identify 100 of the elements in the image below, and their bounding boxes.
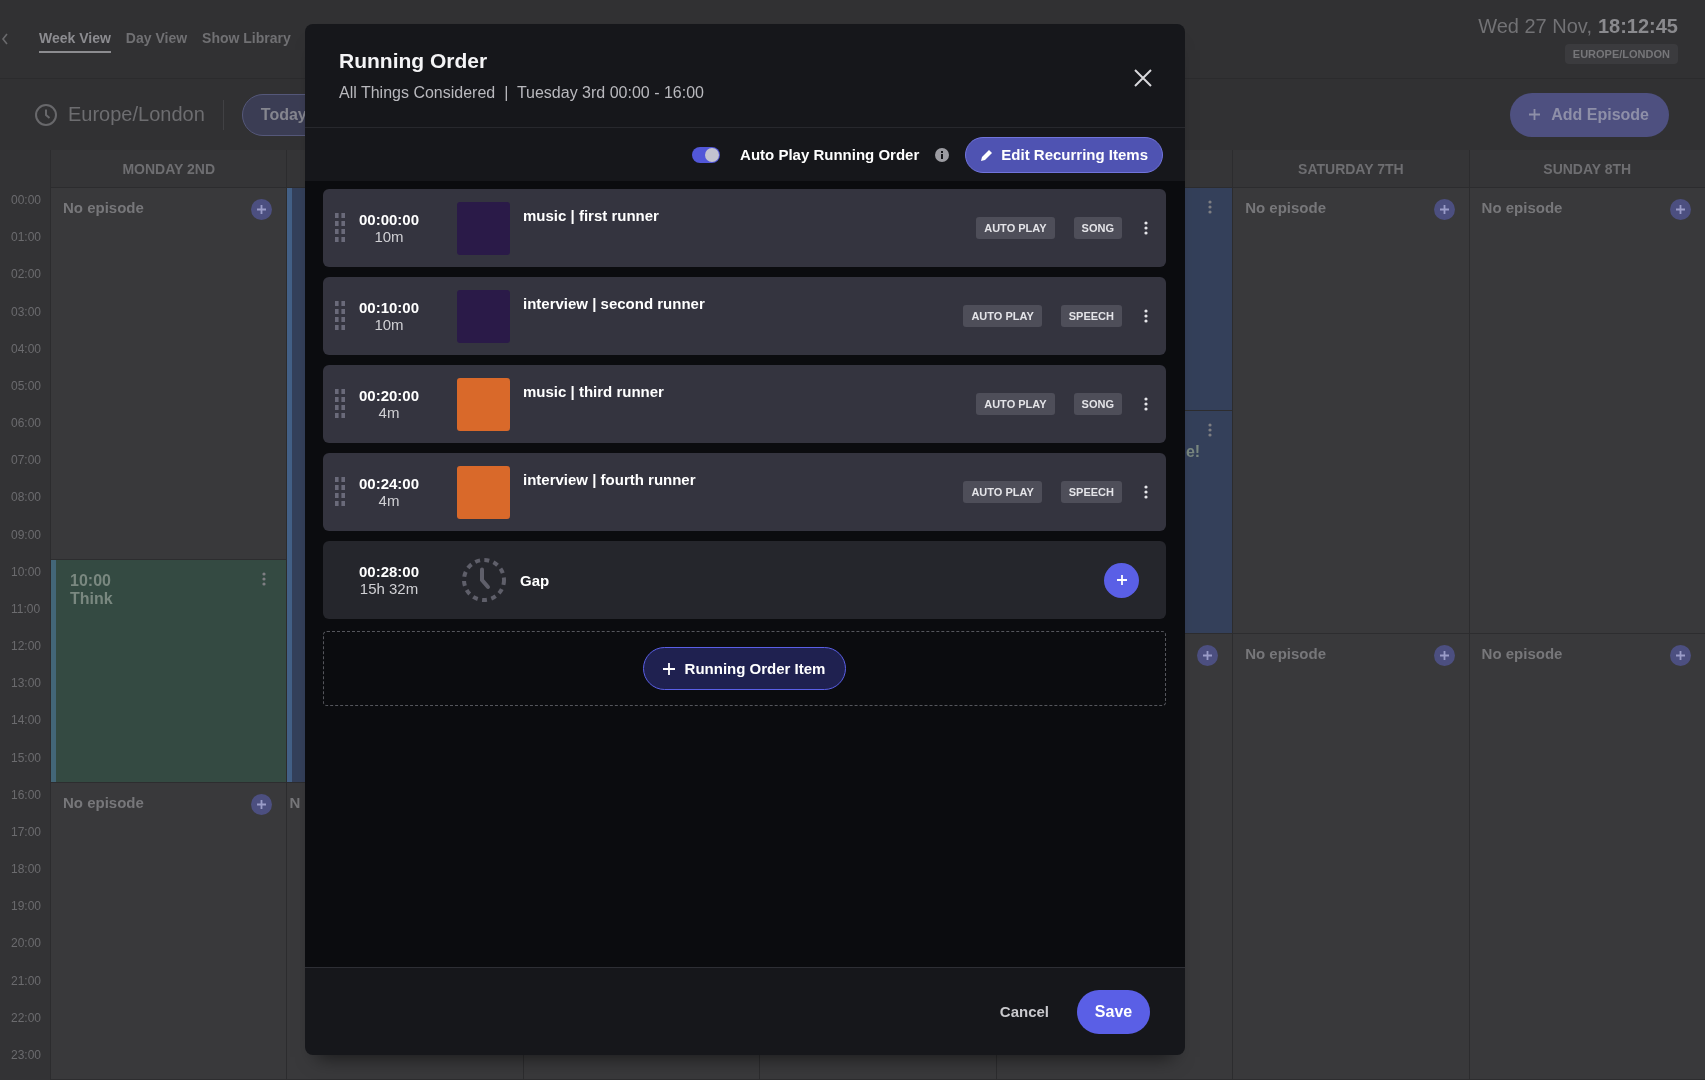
- day-header: SUNDAY 8TH: [1468, 150, 1705, 187]
- drag-handle-icon[interactable]: [335, 477, 345, 507]
- plus-icon: [1202, 650, 1214, 661]
- hour-label: 05:00: [10, 377, 43, 395]
- kebab-menu-icon[interactable]: [1144, 309, 1148, 323]
- plus-icon: [661, 661, 676, 676]
- back-chevron-icon[interactable]: [1, 33, 9, 45]
- kebab-menu-icon[interactable]: [1144, 221, 1148, 235]
- no-episode-label: No episode: [1481, 645, 1564, 662]
- add-episode-button[interactable]: [1670, 199, 1691, 220]
- no-episode-label: No episode: [1481, 199, 1564, 216]
- edit-recurring-items-button[interactable]: Edit Recurring Items: [965, 136, 1163, 173]
- add-episode-button[interactable]: [251, 199, 273, 220]
- start-time: 00:10:00: [358, 299, 419, 316]
- episode-time: 10:00: [70, 571, 112, 590]
- hour-label: 20:00: [10, 935, 43, 953]
- dashed-clock-icon: [461, 557, 507, 603]
- hour-label: 03:00: [10, 303, 43, 321]
- add-episode-button[interactable]: [1197, 645, 1219, 666]
- hour-label: 02:00: [10, 266, 43, 284]
- add-episode-button[interactable]: [1670, 645, 1691, 666]
- hour-label: 23:00: [10, 1046, 43, 1064]
- item-title: music | third runner: [523, 382, 665, 400]
- duration: 15h 32m: [359, 580, 419, 597]
- no-episode-label: No episode: [1245, 645, 1327, 662]
- running-order-row[interactable]: 00:10:00 10m interview | second runner AUTO PLAY SPEECH: [323, 277, 1166, 355]
- hour-label: 16:00: [10, 786, 43, 804]
- kebab-menu-icon[interactable]: [1144, 397, 1148, 411]
- hour-label: 22:00: [10, 1009, 43, 1027]
- hour-label: 11:00: [10, 600, 42, 618]
- hour-label: 07:00: [10, 452, 43, 470]
- hour-label: 04:00: [10, 340, 43, 358]
- duration: 10m: [374, 316, 404, 333]
- hour-label: 15:00: [10, 749, 43, 767]
- no-episode-label: No episode: [1245, 199, 1327, 216]
- hour-label: 01:00: [10, 229, 43, 247]
- dialog-title: Running Order: [339, 49, 489, 73]
- hour-label: 08:00: [10, 489, 43, 507]
- hour-label: 13:00: [10, 675, 43, 693]
- running-order-row[interactable]: 00:24:00 4m interview | fourth runner AUTO PLAY SPEECH: [323, 453, 1166, 531]
- hour-label: 14:00: [10, 712, 43, 730]
- drag-handle-icon[interactable]: [335, 301, 345, 331]
- item-title: interview | second runner: [523, 294, 706, 312]
- current-date: Wed 27 Nov,: [1478, 14, 1592, 38]
- drag-handle-icon[interactable]: [335, 213, 345, 243]
- running-order-row[interactable]: 00:20:00 4m music | third runner AUTO PLAY SONG: [323, 365, 1166, 443]
- dialog-subtitle: All Things Considered | Tuesday 3rd 00:00 - 16:00: [339, 84, 705, 102]
- view-tab[interactable]: Week View: [39, 25, 111, 53]
- cancel-button[interactable]: Cancel: [993, 997, 1055, 1026]
- add-episode-button[interactable]: [1433, 199, 1455, 220]
- info-icon: [935, 147, 950, 162]
- current-time: 18:12:45: [1597, 14, 1678, 38]
- item-title: music | first runner: [523, 206, 660, 224]
- hour-label: 19:00: [10, 898, 43, 916]
- no-episode-label: N: [289, 793, 302, 811]
- running-order-row[interactable]: 00:00:00 10m music | first runner AUTO PLAY SONG: [323, 189, 1166, 267]
- duration: 4m: [378, 404, 400, 421]
- timezone-label: Europe/London: [68, 103, 205, 126]
- item-tag: AUTO PLAY: [963, 481, 1042, 503]
- plus-icon: [1675, 204, 1686, 215]
- duration: 4m: [378, 492, 400, 509]
- plus-icon: [1675, 650, 1686, 661]
- item-tag: AUTO PLAY: [976, 217, 1055, 239]
- day-header: SATURDAY 7TH: [1232, 150, 1469, 187]
- day-header: MONDAY 2ND: [50, 150, 287, 187]
- timezone-badge: EUROPE/LONDON: [1564, 43, 1678, 64]
- gap-title: Gap: [520, 571, 551, 589]
- plus-icon: [1115, 574, 1128, 586]
- close-icon: [1134, 69, 1152, 87]
- hour-label: 18:00: [10, 861, 43, 878]
- pencil-icon: [980, 147, 995, 162]
- add-episode-button[interactable]: [1433, 645, 1455, 666]
- add-episode-button[interactable]: [251, 793, 273, 815]
- item-tag: SONG: [1073, 393, 1122, 415]
- save-button[interactable]: Save: [1077, 989, 1150, 1034]
- episode-title: Think: [70, 589, 114, 608]
- hour-label: 10:00: [10, 563, 43, 581]
- kebab-menu-icon[interactable]: [1144, 485, 1148, 499]
- plus-icon: [1438, 650, 1450, 661]
- plus-icon: [1528, 108, 1542, 121]
- add-running-order-item-button[interactable]: Running Order Item: [642, 647, 847, 690]
- add-item-button[interactable]: [1104, 562, 1139, 598]
- start-time: 00:00:00: [358, 211, 419, 228]
- hour-label: 17:00: [10, 823, 43, 841]
- item-title: interview | fourth runner: [523, 470, 697, 488]
- no-episode-label: No episode: [63, 199, 145, 216]
- close-button[interactable]: [1134, 69, 1152, 87]
- duration: 10m: [374, 228, 404, 245]
- plus-icon: [1438, 204, 1450, 215]
- drag-handle-icon[interactable]: [335, 389, 345, 419]
- start-time: 00:28:00: [358, 563, 419, 580]
- item-tag: SONG: [1073, 217, 1122, 239]
- auto-play-label: Auto Play Running Order: [740, 146, 920, 163]
- item-tag: SPEECH: [1060, 481, 1122, 503]
- gap-row[interactable]: 00:28:00 15h 32m Gap: [323, 541, 1166, 619]
- start-time: 00:20:00: [358, 387, 419, 404]
- auto-play-toggle[interactable]: [692, 146, 721, 163]
- plus-icon: [256, 798, 268, 810]
- hour-label: 12:00: [10, 638, 43, 655]
- plus-icon: [256, 204, 268, 215]
